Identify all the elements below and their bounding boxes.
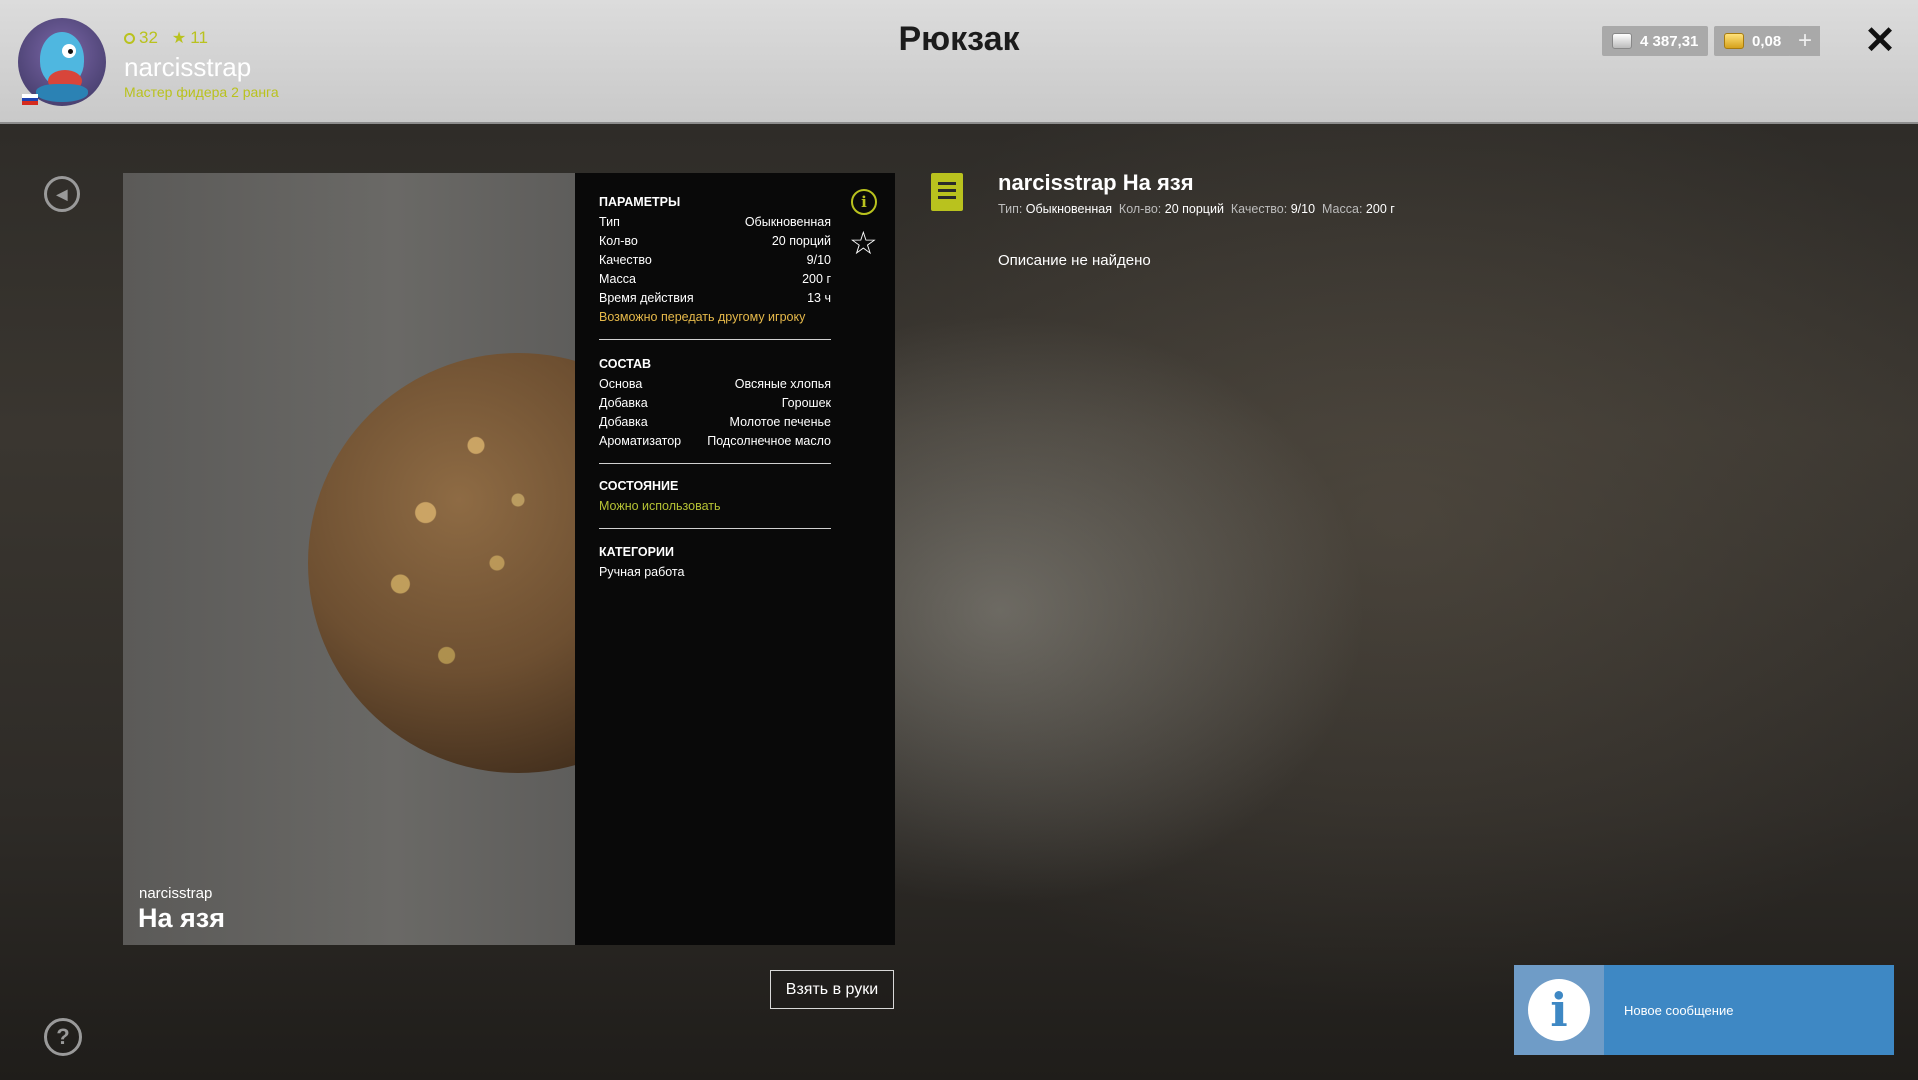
notification-icon-area: i bbox=[1514, 965, 1604, 1055]
meta-quality-label: Качество: bbox=[1230, 202, 1288, 216]
info-icon[interactable]: i bbox=[851, 189, 877, 215]
preview-owner: narcisstrap bbox=[139, 885, 213, 902]
param-value: 13 ч bbox=[807, 291, 831, 305]
param-label: Масса bbox=[599, 272, 636, 286]
russia-flag-icon bbox=[22, 94, 38, 106]
item-info-panel: i ☆ ПАРАМЕТРЫ Тип Обыкновенная Кол-во 20… bbox=[575, 173, 895, 945]
meta-type-label: Тип: bbox=[998, 202, 1023, 216]
composition-row: Добавка Молотое печенье bbox=[599, 413, 831, 432]
info-circle-icon: i bbox=[1528, 979, 1590, 1041]
categories-value: Ручная работа bbox=[599, 565, 685, 579]
param-row: Масса 200 г bbox=[599, 270, 831, 289]
composition-label: Основа bbox=[599, 377, 643, 391]
param-value: Обыкновенная bbox=[744, 215, 831, 229]
player-rank: Мастер фидера 2 ранга bbox=[124, 84, 279, 100]
state-section: СОСТОЯНИЕ Можно использовать bbox=[599, 479, 831, 529]
help-icon: ? bbox=[56, 1024, 70, 1049]
gold-value: 0,08 bbox=[1752, 32, 1782, 50]
meta-mass-value: 200 г bbox=[1365, 202, 1395, 216]
player-stats: 32 ★ 11 bbox=[124, 28, 208, 48]
gold-coin-icon bbox=[1724, 33, 1744, 49]
stars-stat: ★ 11 bbox=[172, 28, 208, 48]
help-button[interactable]: ? bbox=[44, 1018, 82, 1056]
item-description: Описание не найдено bbox=[998, 252, 1151, 269]
silver-value: 4 387,31 bbox=[1640, 32, 1699, 50]
meta-mass-label: Масса: bbox=[1322, 202, 1363, 216]
divider bbox=[599, 528, 831, 529]
level-icon bbox=[124, 32, 135, 44]
params-section: ПАРАМЕТРЫ Тип Обыкновенная Кол-во 20 пор… bbox=[599, 195, 831, 340]
avatar[interactable] bbox=[18, 18, 106, 106]
back-button[interactable]: ◀ bbox=[44, 176, 80, 212]
meta-qty-value: 20 порций bbox=[1164, 202, 1224, 216]
meta-type-value: Обыкновенная bbox=[1025, 202, 1112, 216]
take-in-hands-button[interactable]: Взять в руки bbox=[770, 970, 894, 1009]
divider bbox=[599, 463, 831, 464]
composition-value: Горошек bbox=[781, 396, 831, 410]
detail-title: narcisstrap На язя bbox=[998, 170, 1194, 195]
composition-value: Овсяные хлопья bbox=[734, 377, 831, 391]
composition-title: СОСТАВ bbox=[599, 357, 652, 371]
close-button[interactable]: ✕ bbox=[1862, 20, 1898, 62]
categories-section: КАТЕГОРИИ Ручная работа bbox=[599, 545, 831, 582]
param-value: 9/10 bbox=[806, 253, 831, 267]
add-gold-button[interactable]: + bbox=[1790, 26, 1820, 56]
silver-balance: 4 387,31 bbox=[1602, 26, 1709, 56]
param-value: 200 г bbox=[802, 272, 831, 286]
composition-label: Добавка bbox=[599, 396, 648, 410]
top-bar: 32 ★ 11 narcisstrap Мастер фидера 2 ранг… bbox=[0, 0, 1918, 124]
composition-row: Основа Овсяные хлопья bbox=[599, 375, 831, 394]
param-row: Кол-во 20 порций bbox=[599, 232, 831, 251]
param-label: Время действия bbox=[599, 291, 694, 305]
document-icon bbox=[931, 173, 963, 211]
item-preview: narcisstrap На язя bbox=[123, 173, 575, 945]
new-message-notification[interactable]: i Новое сообщение bbox=[1514, 965, 1894, 1055]
param-row: Тип Обыкновенная bbox=[599, 213, 831, 232]
composition-label: Ароматизатор bbox=[599, 434, 682, 448]
composition-row: Добавка Горошек bbox=[599, 394, 831, 413]
preview-item-name: На язя bbox=[138, 903, 225, 933]
state-value: Можно использовать bbox=[599, 499, 721, 513]
notification-text: Новое сообщение bbox=[1624, 1002, 1734, 1018]
gold-balance: 0,08 bbox=[1714, 26, 1792, 56]
detail-meta: Тип: Обыкновенная Кол-во: 20 порций Каче… bbox=[998, 202, 1395, 216]
level-value: 32 bbox=[139, 28, 158, 47]
params-title: ПАРАМЕТРЫ bbox=[599, 195, 681, 209]
avatar-fin bbox=[36, 84, 88, 102]
param-label: Кол-во bbox=[599, 234, 638, 248]
divider bbox=[599, 339, 831, 340]
param-label: Качество bbox=[599, 253, 652, 267]
state-title: СОСТОЯНИЕ bbox=[599, 479, 679, 493]
avatar-eye bbox=[62, 44, 76, 58]
transfer-note: Возможно передать другому игроку bbox=[599, 310, 806, 324]
meta-quality-value: 9/10 bbox=[1290, 202, 1316, 216]
silver-coin-icon bbox=[1612, 33, 1632, 49]
username[interactable]: narcisstrap bbox=[124, 52, 251, 83]
composition-value: Молотое печенье bbox=[729, 415, 831, 429]
param-label: Тип bbox=[599, 215, 620, 229]
favorite-star-icon[interactable]: ☆ bbox=[849, 227, 878, 259]
composition-section: СОСТАВ Основа Овсяные хлопья Добавка Гор… bbox=[599, 357, 831, 464]
param-row: Качество 9/10 bbox=[599, 251, 831, 270]
bait-ball-image bbox=[308, 353, 575, 773]
composition-value: Подсолнечное масло bbox=[707, 434, 831, 448]
categories-title: КАТЕГОРИИ bbox=[599, 545, 674, 559]
star-icon: ★ bbox=[171, 30, 187, 47]
param-row: Время действия 13 ч bbox=[599, 289, 831, 308]
composition-row: Ароматизатор Подсолнечное масло bbox=[599, 432, 831, 451]
param-value: 20 порций bbox=[771, 234, 831, 248]
level-stat: 32 bbox=[124, 28, 158, 48]
meta-qty-label: Кол-во: bbox=[1118, 202, 1162, 216]
stars-value: 11 bbox=[190, 28, 208, 47]
back-icon: ◀ bbox=[56, 185, 68, 202]
composition-label: Добавка bbox=[599, 415, 648, 429]
